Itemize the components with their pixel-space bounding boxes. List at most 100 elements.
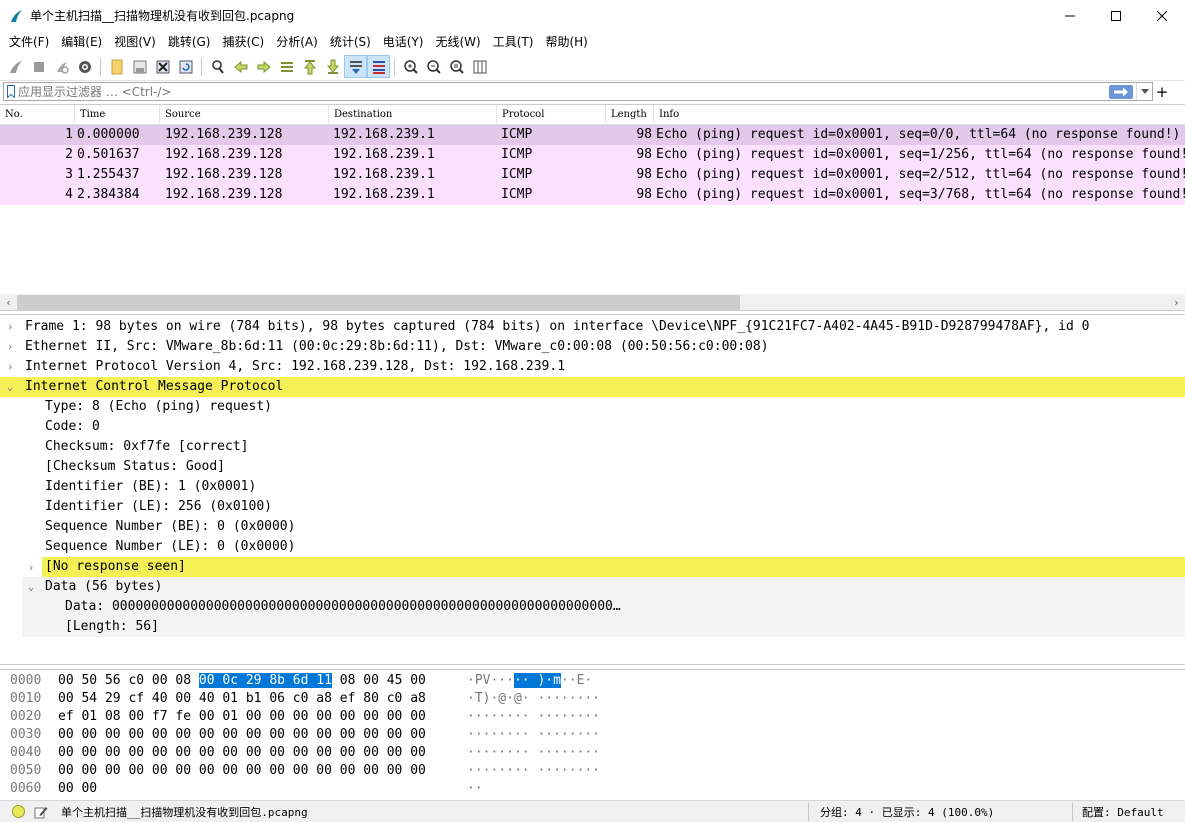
go-first-button[interactable] <box>298 55 321 78</box>
column-header-time[interactable]: Time <box>75 105 160 125</box>
detail-row-identifier-be[interactable]: Identifier (BE): 1 (0x0001) <box>0 477 1185 497</box>
menu-file[interactable]: 文件(F) <box>3 31 55 53</box>
bytes-row[interactable]: 0030 00 00 00 00 00 00 00 00 00 00 00 00… <box>0 726 1185 744</box>
detail-row-identifier-le[interactable]: Identifier (LE): 256 (0x0100) <box>0 497 1185 517</box>
status-profile[interactable]: 配置: Default <box>1082 804 1164 820</box>
column-header-destination[interactable]: Destination <box>329 105 497 125</box>
column-header-length[interactable]: Length <box>606 105 654 125</box>
bytes-row[interactable]: 0020 ef 01 08 00 f7 fe 00 01 00 00 00 00… <box>0 708 1185 726</box>
scroll-left-button[interactable]: ‹ <box>0 294 17 310</box>
packet-row[interactable]: 4 2.384384 192.168.239.128 192.168.239.1… <box>0 185 1185 205</box>
packet-info: Echo (ping) request id=0x0001, seq=1/256… <box>656 147 1185 162</box>
detail-row-code[interactable]: Code: 0 <box>0 417 1185 437</box>
menu-view[interactable]: 视图(V) <box>108 31 162 53</box>
filter-history-dropdown[interactable] <box>1136 83 1152 100</box>
capture-comment-button[interactable] <box>33 804 49 820</box>
detail-row-checksum[interactable]: Checksum: 0xf7fe [correct] <box>0 437 1185 457</box>
display-filter-input[interactable] <box>18 83 1109 100</box>
scroll-right-button[interactable]: › <box>1168 294 1185 310</box>
go-to-packet-button[interactable] <box>275 55 298 78</box>
packet-protocol: ICMP <box>501 127 533 142</box>
window-title: 单个主机扫描__扫描物理机没有收到回包.pcapng <box>30 9 295 23</box>
detail-row-data[interactable]: ⌄ Data (56 bytes) <box>22 577 1185 597</box>
packet-list-horizontal-scrollbar[interactable]: ‹ › <box>0 294 1185 310</box>
close-file-button[interactable] <box>151 55 174 78</box>
zoom-in-button[interactable] <box>399 55 422 78</box>
expand-chevron-icon[interactable]: › <box>4 337 16 357</box>
scrollbar-thumb[interactable] <box>17 295 740 310</box>
zoom-normal-button[interactable] <box>445 55 468 78</box>
maximize-button[interactable] <box>1093 0 1139 31</box>
menu-edit[interactable]: 编辑(E) <box>55 31 108 53</box>
apply-filter-button[interactable] <box>1109 84 1133 99</box>
packet-time: 0.000000 <box>77 127 140 142</box>
detail-row-sequence-le[interactable]: Sequence Number (LE): 0 (0x0000) <box>0 537 1185 557</box>
packet-time: 2.384384 <box>77 187 140 202</box>
add-filter-button[interactable]: + <box>1155 82 1169 101</box>
packet-row[interactable]: 1 0.000000 192.168.239.128 192.168.239.1… <box>0 125 1185 145</box>
bytes-ascii: ········ ········ <box>467 763 601 778</box>
close-file-icon <box>156 60 169 73</box>
column-header-protocol[interactable]: Protocol <box>497 105 606 125</box>
start-capture-button[interactable] <box>4 55 27 78</box>
detail-row-ipv4[interactable]: › Internet Protocol Version 4, Src: 192.… <box>0 357 1185 377</box>
packet-row[interactable]: 2 0.501637 192.168.239.128 192.168.239.1… <box>0 145 1185 165</box>
expert-info-led-icon[interactable] <box>12 805 25 818</box>
go-forward-button[interactable] <box>252 55 275 78</box>
autoscroll-button[interactable] <box>344 55 367 78</box>
minimize-button[interactable] <box>1047 0 1093 31</box>
wireshark-logo-icon <box>11 9 22 22</box>
menu-telephony[interactable]: 电话(Y) <box>377 31 430 53</box>
detail-row-frame[interactable]: › Frame 1: 98 bytes on wire (784 bits), … <box>0 317 1185 337</box>
go-last-button[interactable] <box>321 55 344 78</box>
expand-chevron-icon[interactable]: › <box>25 557 37 577</box>
menu-help[interactable]: 帮助(H) <box>539 31 593 53</box>
resize-columns-icon <box>473 60 486 73</box>
detail-row-ethernet[interactable]: › Ethernet II, Src: VMware_8b:6d:11 (00:… <box>0 337 1185 357</box>
detail-row-sequence-be[interactable]: Sequence Number (BE): 0 (0x0000) <box>0 517 1185 537</box>
collapse-chevron-icon[interactable]: ⌄ <box>25 577 37 597</box>
filter-bookmark-button[interactable] <box>4 83 18 100</box>
resize-columns-button[interactable] <box>468 55 491 78</box>
bytes-row[interactable]: 0000 00 50 56 c0 00 08 00 0c 29 8b 6d 11… <box>0 672 1185 690</box>
detail-row-icmp[interactable]: ⌄ Internet Control Message Protocol <box>0 377 1185 397</box>
zoom-out-button[interactable] <box>422 55 445 78</box>
restart-capture-button[interactable] <box>50 55 73 78</box>
zoom-in-icon <box>403 59 418 74</box>
bytes-row[interactable]: 0010 00 54 29 cf 40 00 40 01 b1 06 c0 a8… <box>0 690 1185 708</box>
detail-row-no-response[interactable]: [No response seen] <box>42 557 1185 577</box>
bytes-row[interactable]: 0060 00 00 ·· <box>0 780 1185 798</box>
menu-analyze[interactable]: 分析(A) <box>270 31 324 53</box>
expand-chevron-icon[interactable]: › <box>4 357 16 377</box>
open-file-button[interactable] <box>105 55 128 78</box>
packet-protocol: ICMP <box>501 167 533 182</box>
collapse-chevron-icon[interactable]: ⌄ <box>4 377 16 397</box>
find-packet-button[interactable] <box>206 55 229 78</box>
menu-tools[interactable]: 工具(T) <box>487 31 540 53</box>
menu-wireless[interactable]: 无线(W) <box>430 31 487 53</box>
expand-chevron-icon[interactable]: › <box>4 317 16 337</box>
detail-row-data-payload[interactable]: Data: 0000000000000000000000000000000000… <box>22 597 1185 617</box>
column-header-no[interactable]: No. <box>0 105 75 125</box>
detail-text: Internet Protocol Version 4, Src: 192.16… <box>25 359 566 374</box>
detail-row-data-length[interactable]: [Length: 56] <box>22 617 1185 637</box>
column-header-info[interactable]: Info <box>654 105 1185 125</box>
column-header-source[interactable]: Source <box>160 105 329 125</box>
packet-row[interactable]: 3 1.255437 192.168.239.128 192.168.239.1… <box>0 165 1185 185</box>
capture-options-button[interactable] <box>73 55 96 78</box>
close-button[interactable] <box>1139 0 1185 31</box>
reload-file-button[interactable] <box>174 55 197 78</box>
menu-statistics[interactable]: 统计(S) <box>324 31 377 53</box>
bytes-row[interactable]: 0050 00 00 00 00 00 00 00 00 00 00 00 00… <box>0 762 1185 780</box>
go-back-button[interactable] <box>229 55 252 78</box>
menu-capture[interactable]: 捕获(C) <box>216 31 270 53</box>
menu-go[interactable]: 跳转(G) <box>162 31 217 53</box>
save-file-button[interactable] <box>128 55 151 78</box>
packet-bytes-pane: 0000 00 50 56 c0 00 08 00 0c 29 8b 6d 11… <box>0 669 1185 798</box>
detail-row-type[interactable]: Type: 8 (Echo (ping) request) <box>0 397 1185 417</box>
packet-destination: 192.168.239.1 <box>333 147 435 162</box>
colorize-button[interactable] <box>367 55 390 78</box>
detail-row-checksum-status[interactable]: [Checksum Status: Good] <box>0 457 1185 477</box>
bytes-row[interactable]: 0040 00 00 00 00 00 00 00 00 00 00 00 00… <box>0 744 1185 762</box>
stop-capture-button[interactable] <box>27 55 50 78</box>
